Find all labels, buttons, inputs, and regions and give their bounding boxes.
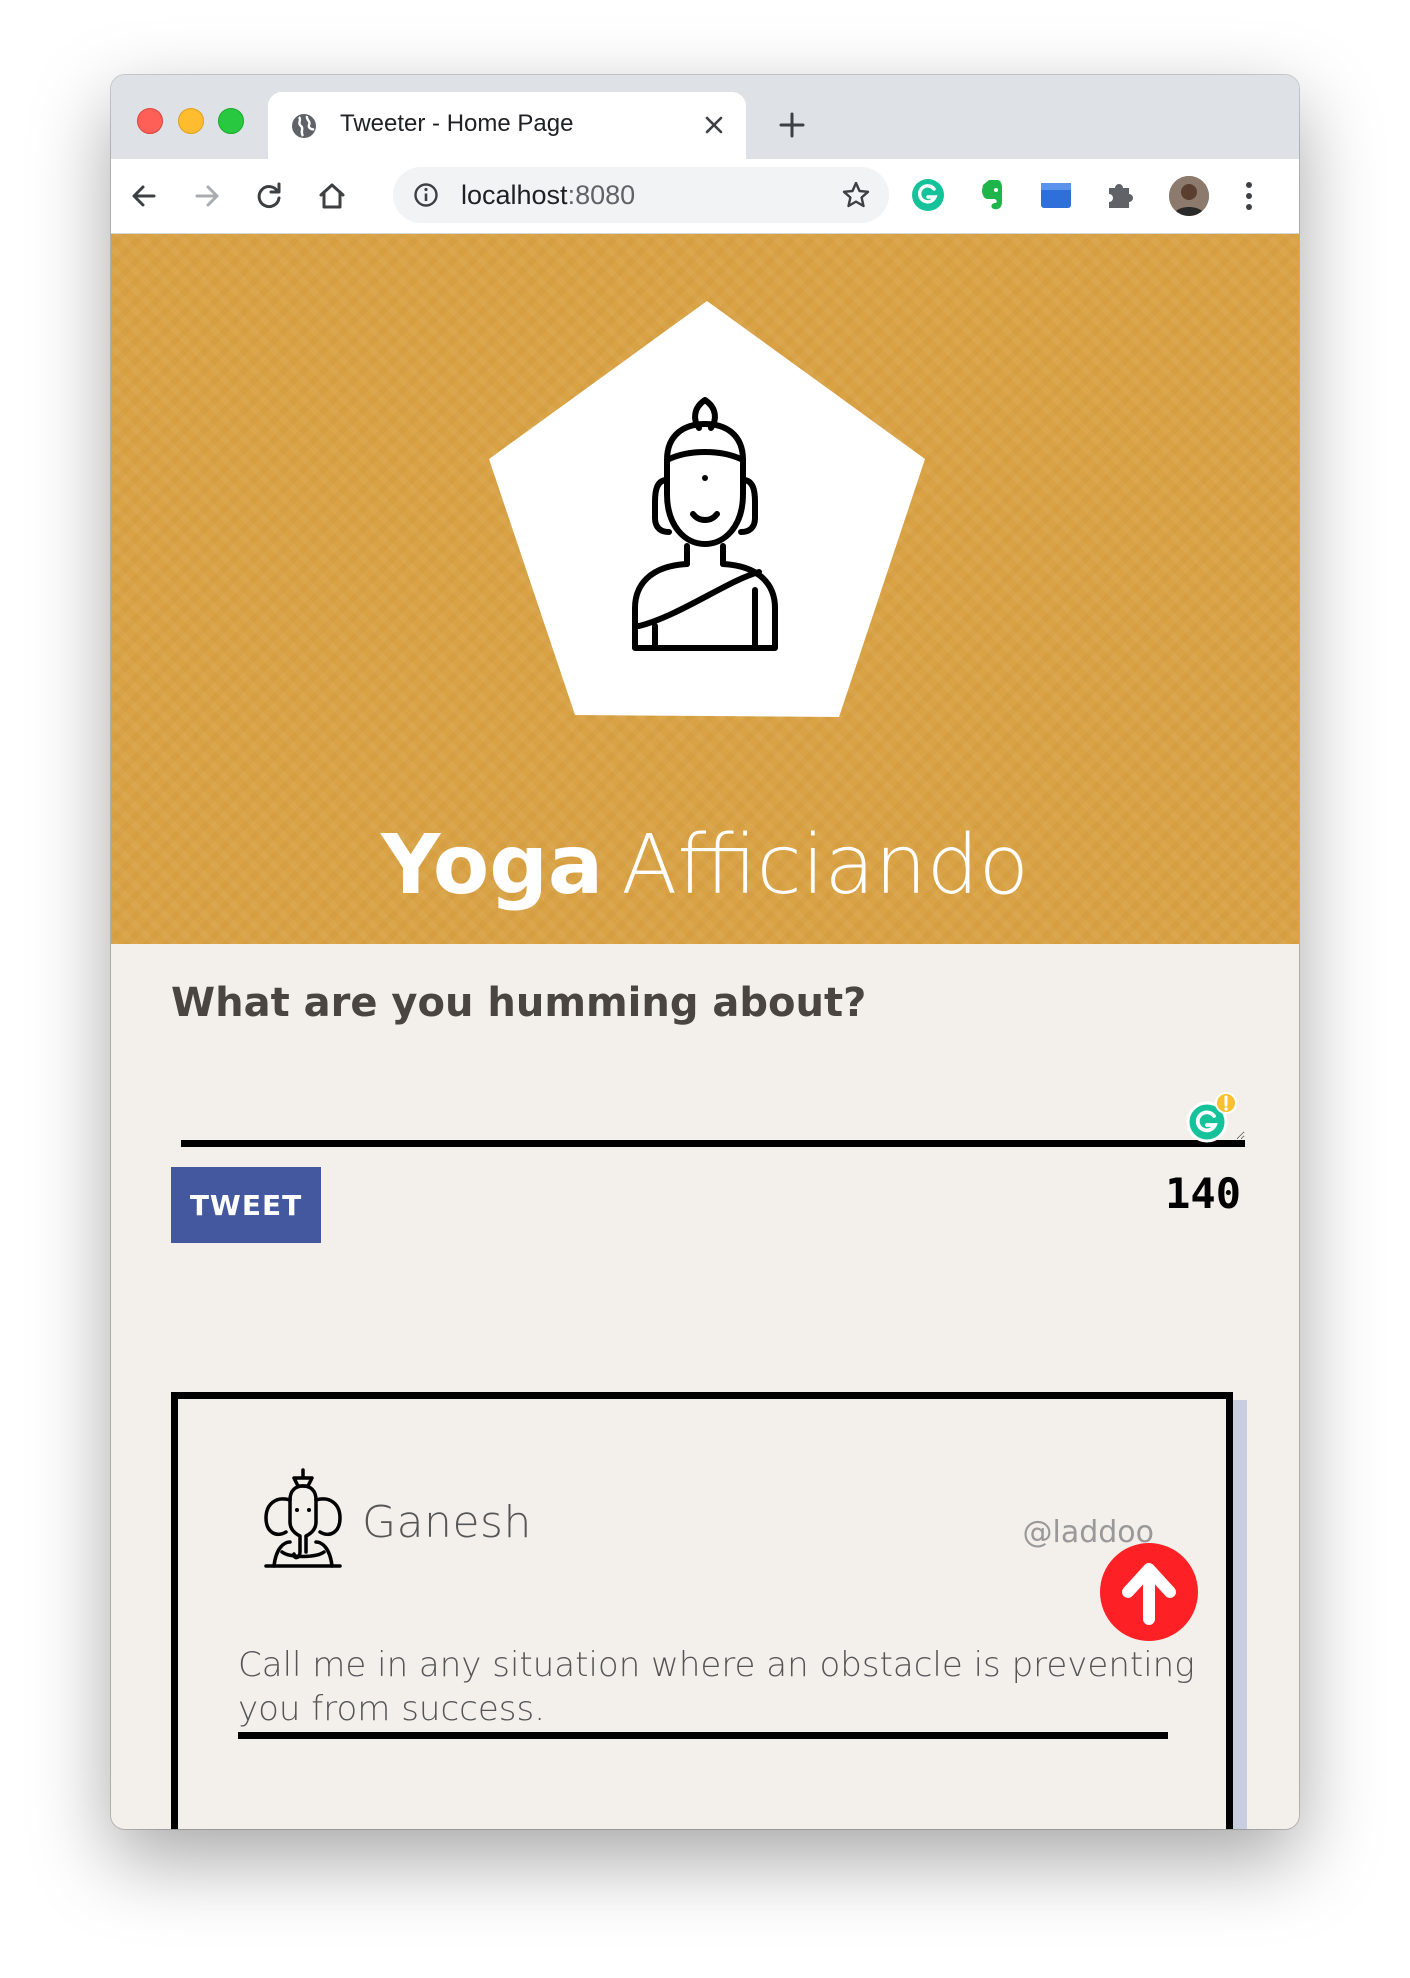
forward-icon[interactable] <box>190 179 224 213</box>
extension-icon[interactable] <box>1037 176 1075 214</box>
kebab-menu-icon[interactable] <box>1243 178 1255 214</box>
buddha-icon <box>632 397 778 651</box>
browser-window: Tweeter - Home Page localhost:8080 Yoga … <box>111 75 1299 1829</box>
url-host: localhost <box>461 180 568 210</box>
brand-title: Yoga Afficiando <box>111 816 1299 916</box>
url-text[interactable]: localhost:8080 <box>461 180 635 211</box>
info-icon[interactable] <box>413 182 439 208</box>
url-port: :8080 <box>567 180 636 210</box>
minimize-window-button[interactable] <box>178 108 204 134</box>
browser-toolbar: localhost:8080 <box>111 159 1299 234</box>
star-icon[interactable] <box>841 180 871 210</box>
browser-tab[interactable]: Tweeter - Home Page <box>268 92 746 159</box>
character-counter: 140 <box>1165 1169 1241 1218</box>
compose-heading: What are you humming about? <box>171 980 867 1026</box>
maximize-window-button[interactable] <box>218 108 244 134</box>
tweet-author-name: Ganesh <box>362 1497 532 1548</box>
tweet-text: Call me in any situation where an obstac… <box>238 1645 1195 1729</box>
tweet-button[interactable]: TWEET <box>171 1167 321 1243</box>
evernote-icon[interactable] <box>973 176 1011 214</box>
address-bar[interactable]: localhost:8080 <box>393 167 889 223</box>
arrow-up-icon <box>1122 1563 1176 1625</box>
ganesh-icon <box>264 1468 342 1568</box>
globe-icon <box>292 114 316 138</box>
brand-bold: Yoga <box>381 818 604 913</box>
back-icon[interactable] <box>127 179 161 213</box>
brand-light: Afficiando <box>621 818 1029 913</box>
scroll-to-top-button[interactable] <box>1100 1543 1198 1641</box>
close-icon[interactable] <box>700 111 728 139</box>
tweet-textarea[interactable] <box>181 1054 1245 1147</box>
profile-photo-icon <box>1169 176 1209 216</box>
home-icon[interactable] <box>315 179 349 213</box>
page-content: Yoga Afficiando What are you humming abou… <box>111 234 1299 1829</box>
page-header: Yoga Afficiando <box>111 234 1299 944</box>
grammarly-icon[interactable] <box>909 176 947 214</box>
tweet-card: Ganesh @laddoo Call me in any situation … <box>171 1392 1233 1829</box>
avatar[interactable] <box>1169 176 1209 216</box>
tab-bar: Tweeter - Home Page <box>111 75 1299 159</box>
tweet-divider <box>238 1732 1168 1739</box>
puzzle-icon[interactable] <box>1101 176 1139 214</box>
grammarly-badge-icon[interactable] <box>1185 1092 1237 1144</box>
tab-title: Tweeter - Home Page <box>340 110 574 137</box>
close-window-button[interactable] <box>137 108 163 134</box>
plus-icon[interactable] <box>777 110 807 140</box>
reload-icon[interactable] <box>252 179 286 213</box>
